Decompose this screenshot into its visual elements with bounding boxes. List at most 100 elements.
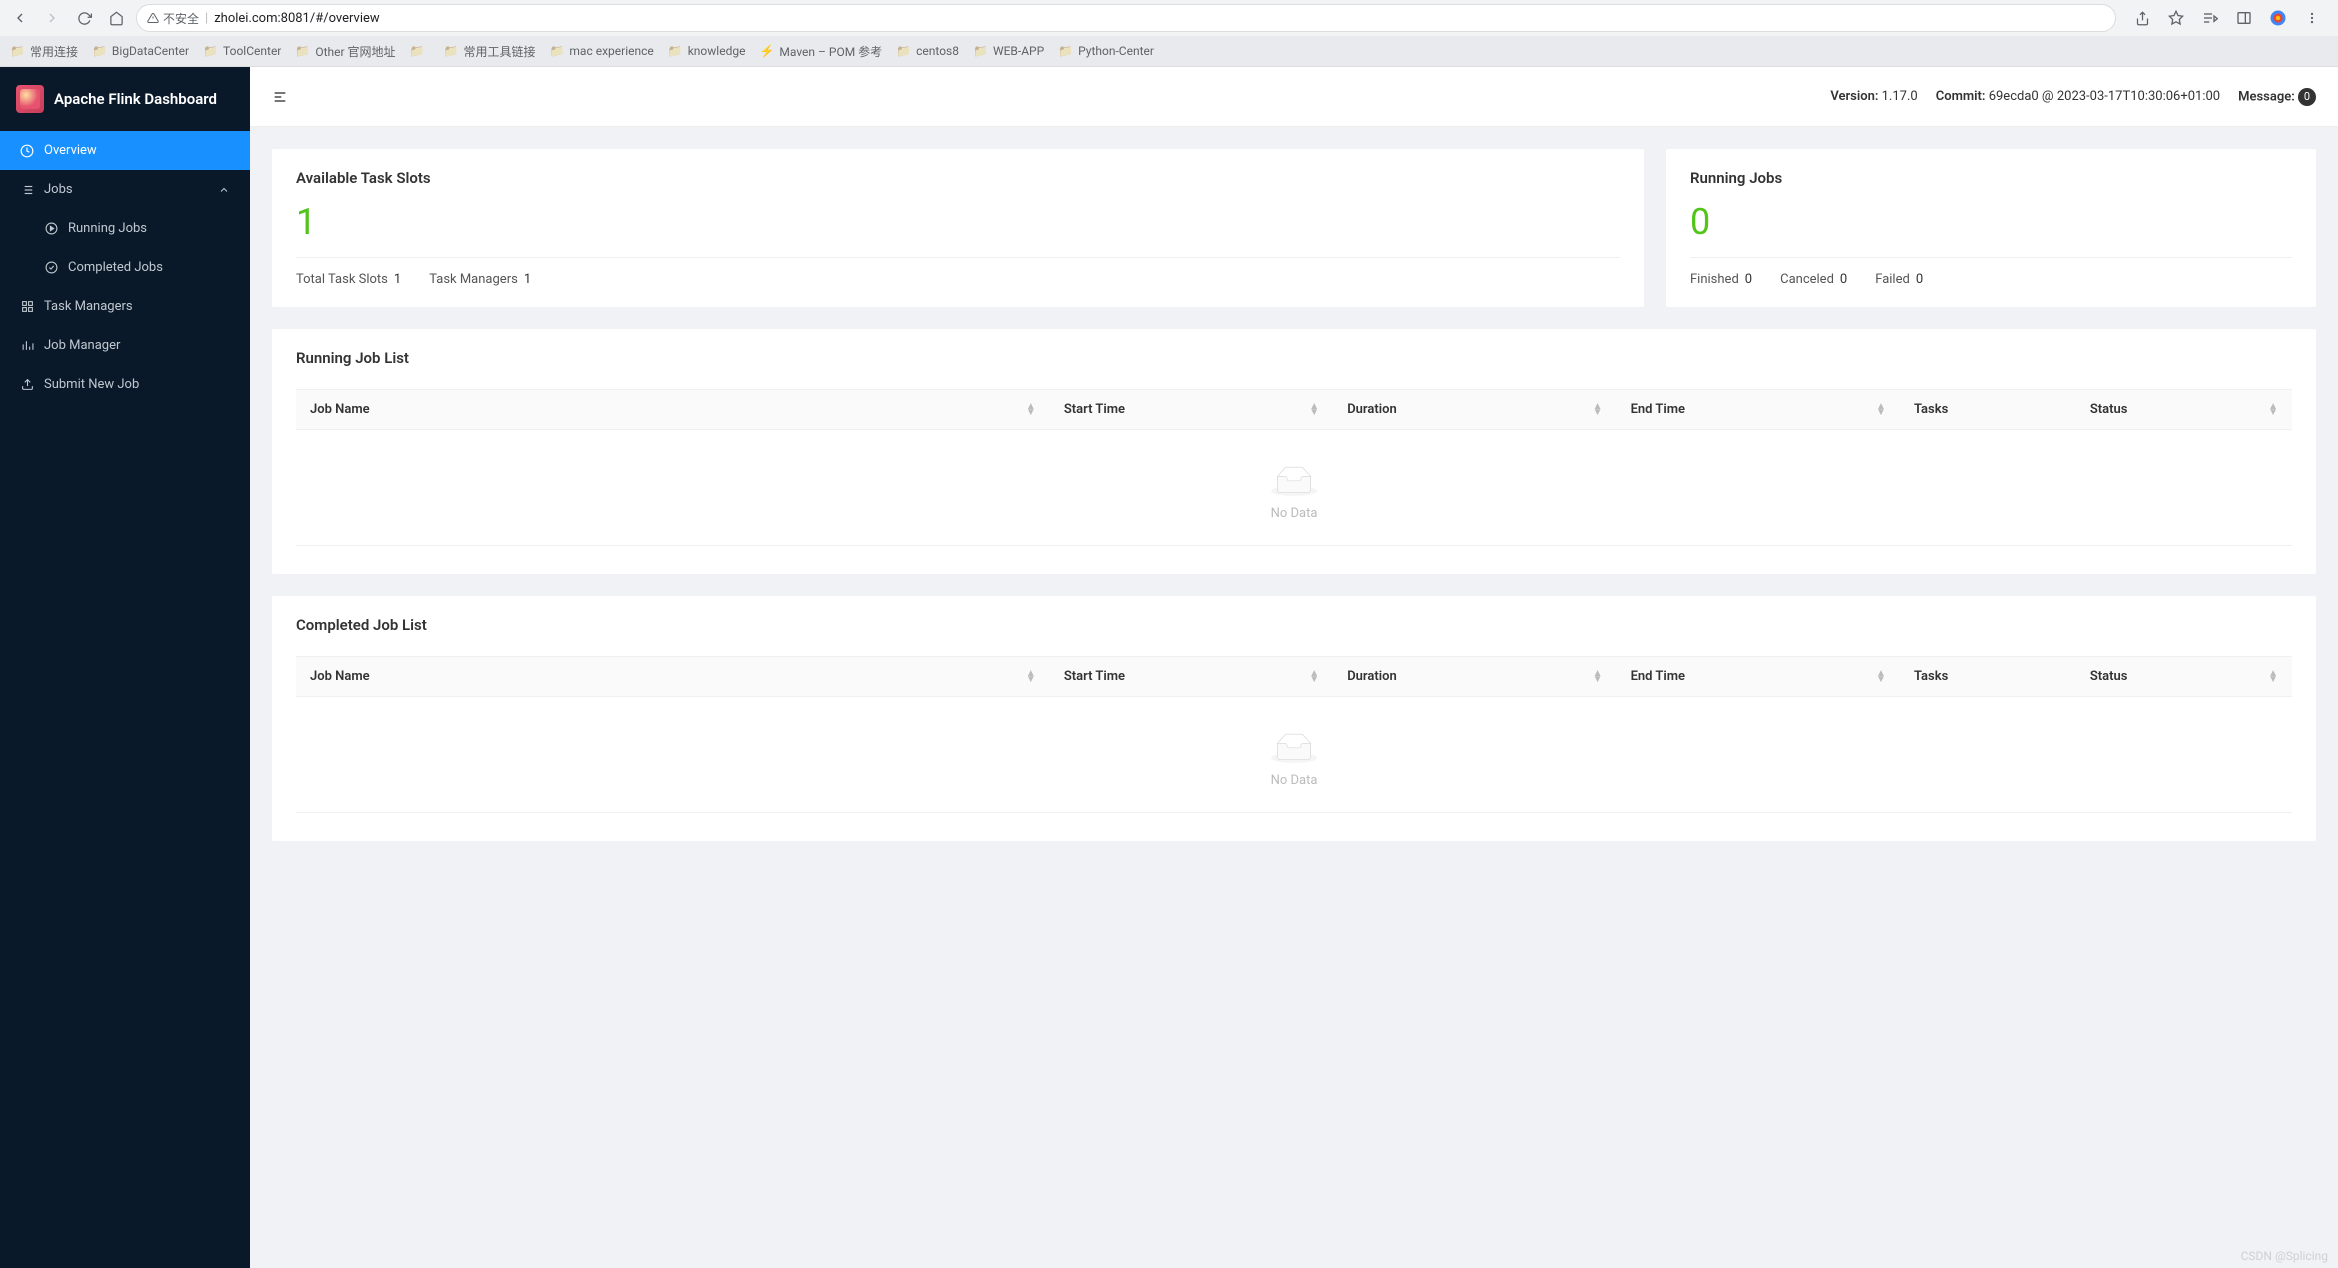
app-sidebar: Apache Flink Dashboard Overview Jobs Run… — [0, 67, 250, 1268]
sort-icon: ▲▼ — [1593, 671, 1603, 683]
bookmark-item[interactable]: ⚡Maven – POM 参考 — [759, 43, 882, 60]
column-status[interactable]: Status▲▼ — [2076, 657, 2292, 696]
column-end-time[interactable]: End Time▲▼ — [1617, 657, 1900, 696]
card-title: Available Task Slots — [296, 169, 1620, 187]
bars-icon — [20, 339, 34, 352]
task-managers-label: Task Managers — [429, 272, 518, 287]
sort-icon: ▲▼ — [1026, 671, 1036, 683]
sort-icon: ▲▼ — [2268, 671, 2278, 683]
task-managers-value: 1 — [524, 272, 531, 287]
browser-chrome: 不安全 | zholei.com:8081/#/overview — [0, 0, 2338, 67]
bookmark-item[interactable]: BigDataCenter — [92, 44, 189, 58]
chevron-up-icon — [218, 184, 230, 196]
canceled-label: Canceled — [1780, 272, 1834, 287]
watermark: CSDN @Splicing — [2241, 1249, 2328, 1263]
column-status[interactable]: Status▲▼ — [2076, 390, 2292, 429]
column-duration[interactable]: Duration▲▼ — [1333, 657, 1616, 696]
stat-row: Finished0 Canceled0 Failed0 — [1690, 257, 2292, 287]
commit-value: 69ecda0 @ 2023-03-17T10:30:06+01:00 — [1989, 89, 2220, 104]
reload-button[interactable] — [72, 6, 96, 30]
column-start-time[interactable]: Start Time▲▼ — [1050, 390, 1333, 429]
empty-box-icon — [1271, 733, 1317, 765]
bookmarks-bar: 常用连接 BigDataCenter ToolCenter Other 官网地址… — [0, 36, 2338, 66]
panel-icon[interactable] — [2232, 6, 2256, 30]
sidebar-item-jobs[interactable]: Jobs — [0, 170, 250, 209]
sort-icon: ▲▼ — [1026, 404, 1036, 416]
sidebar-item-job-manager[interactable]: Job Manager — [0, 326, 250, 365]
playlist-icon[interactable] — [2198, 6, 2222, 30]
folder-icon — [10, 44, 25, 58]
address-bar[interactable]: 不安全 | zholei.com:8081/#/overview — [136, 4, 2116, 32]
app-header: Version: 1.17.0 Commit: 69ecda0 @ 2023-0… — [250, 67, 2338, 127]
column-tasks[interactable]: Tasks — [1900, 390, 2076, 429]
sort-icon: ▲▼ — [1309, 671, 1319, 683]
folder-icon — [896, 44, 911, 58]
section-title: Completed Job List — [296, 616, 2292, 634]
folder-icon — [549, 44, 564, 58]
url-text: zholei.com:8081/#/overview — [214, 11, 379, 26]
list-icon — [20, 183, 34, 197]
bookmark-item[interactable]: Other 官网地址 — [295, 43, 395, 60]
app-logo[interactable]: Apache Flink Dashboard — [0, 67, 250, 131]
menu-icon[interactable] — [2300, 6, 2324, 30]
finished-value: 0 — [1745, 272, 1752, 287]
home-button[interactable] — [104, 6, 128, 30]
message-badge: 0 — [2298, 88, 2316, 106]
app-title: Apache Flink Dashboard — [54, 90, 217, 108]
stat-row: Total Task Slots1 Task Managers1 — [296, 257, 1620, 287]
sort-icon: ▲▼ — [1593, 404, 1603, 416]
sidebar-item-submit-new-job[interactable]: Submit New Job — [0, 365, 250, 404]
version-label: Version: — [1830, 89, 1878, 104]
sidebar-item-label: Submit New Job — [44, 377, 139, 392]
table-header: Job Name▲▼ Start Time▲▼ Duration▲▼ End T… — [296, 656, 2292, 697]
flink-logo-icon — [16, 85, 44, 113]
column-start-time[interactable]: Start Time▲▼ — [1050, 657, 1333, 696]
bookmark-item[interactable]: centos8 — [896, 44, 959, 58]
sidebar-item-task-managers[interactable]: Task Managers — [0, 287, 250, 326]
share-icon[interactable] — [2130, 6, 2154, 30]
empty-box-icon — [1271, 466, 1317, 498]
column-job-name[interactable]: Job Name▲▼ — [296, 390, 1050, 429]
sidebar-item-label: Completed Jobs — [68, 260, 163, 275]
folder-icon — [92, 44, 107, 58]
collapse-sidebar-button[interactable] — [272, 89, 288, 105]
warning-icon — [147, 12, 159, 24]
forward-button[interactable] — [40, 6, 64, 30]
column-tasks[interactable]: Tasks — [1900, 657, 2076, 696]
bookmark-item[interactable]: 常用连接 — [10, 43, 78, 60]
bookmark-item[interactable]: knowledge — [668, 44, 746, 58]
sidebar-item-label: Overview — [44, 143, 97, 158]
maven-icon: ⚡ — [759, 44, 774, 58]
column-job-name[interactable]: Job Name▲▼ — [296, 657, 1050, 696]
folder-icon — [1058, 44, 1073, 58]
canceled-value: 0 — [1840, 272, 1847, 287]
column-end-time[interactable]: End Time▲▼ — [1617, 390, 1900, 429]
card-running-jobs: Running Jobs 0 Finished0 Canceled0 Faile… — [1666, 149, 2316, 307]
profile-icon[interactable] — [2266, 6, 2290, 30]
star-icon[interactable] — [2164, 6, 2188, 30]
sidebar-item-overview[interactable]: Overview — [0, 131, 250, 170]
sidebar-item-completed-jobs[interactable]: Completed Jobs — [0, 248, 250, 287]
sort-icon: ▲▼ — [1309, 404, 1319, 416]
browser-toolbar: 不安全 | zholei.com:8081/#/overview — [0, 0, 2338, 36]
folder-icon — [668, 44, 683, 58]
bookmark-item[interactable]: ToolCenter — [203, 44, 281, 58]
folder-icon — [295, 44, 310, 58]
bookmark-item[interactable]: Python-Center — [1058, 44, 1154, 58]
total-slots-label: Total Task Slots — [296, 272, 388, 287]
security-indicator: 不安全 — [147, 10, 199, 27]
sidebar-item-label: Task Managers — [44, 299, 133, 314]
dashboard-icon — [20, 144, 34, 158]
column-duration[interactable]: Duration▲▼ — [1333, 390, 1616, 429]
sidebar-item-running-jobs[interactable]: Running Jobs — [0, 209, 250, 248]
message-label: Message: — [2238, 89, 2295, 104]
sidebar-item-label: Running Jobs — [68, 221, 147, 236]
check-circle-icon — [44, 261, 58, 274]
bookmark-item[interactable] — [410, 44, 430, 58]
bookmark-item[interactable]: WEB-APP — [973, 44, 1044, 58]
bookmark-item[interactable]: 常用工具链接 — [443, 43, 535, 60]
back-button[interactable] — [8, 6, 32, 30]
bookmark-item[interactable]: mac experience — [549, 44, 653, 58]
no-data-text: No Data — [1271, 506, 1318, 521]
app-container: Apache Flink Dashboard Overview Jobs Run… — [0, 67, 2338, 1268]
